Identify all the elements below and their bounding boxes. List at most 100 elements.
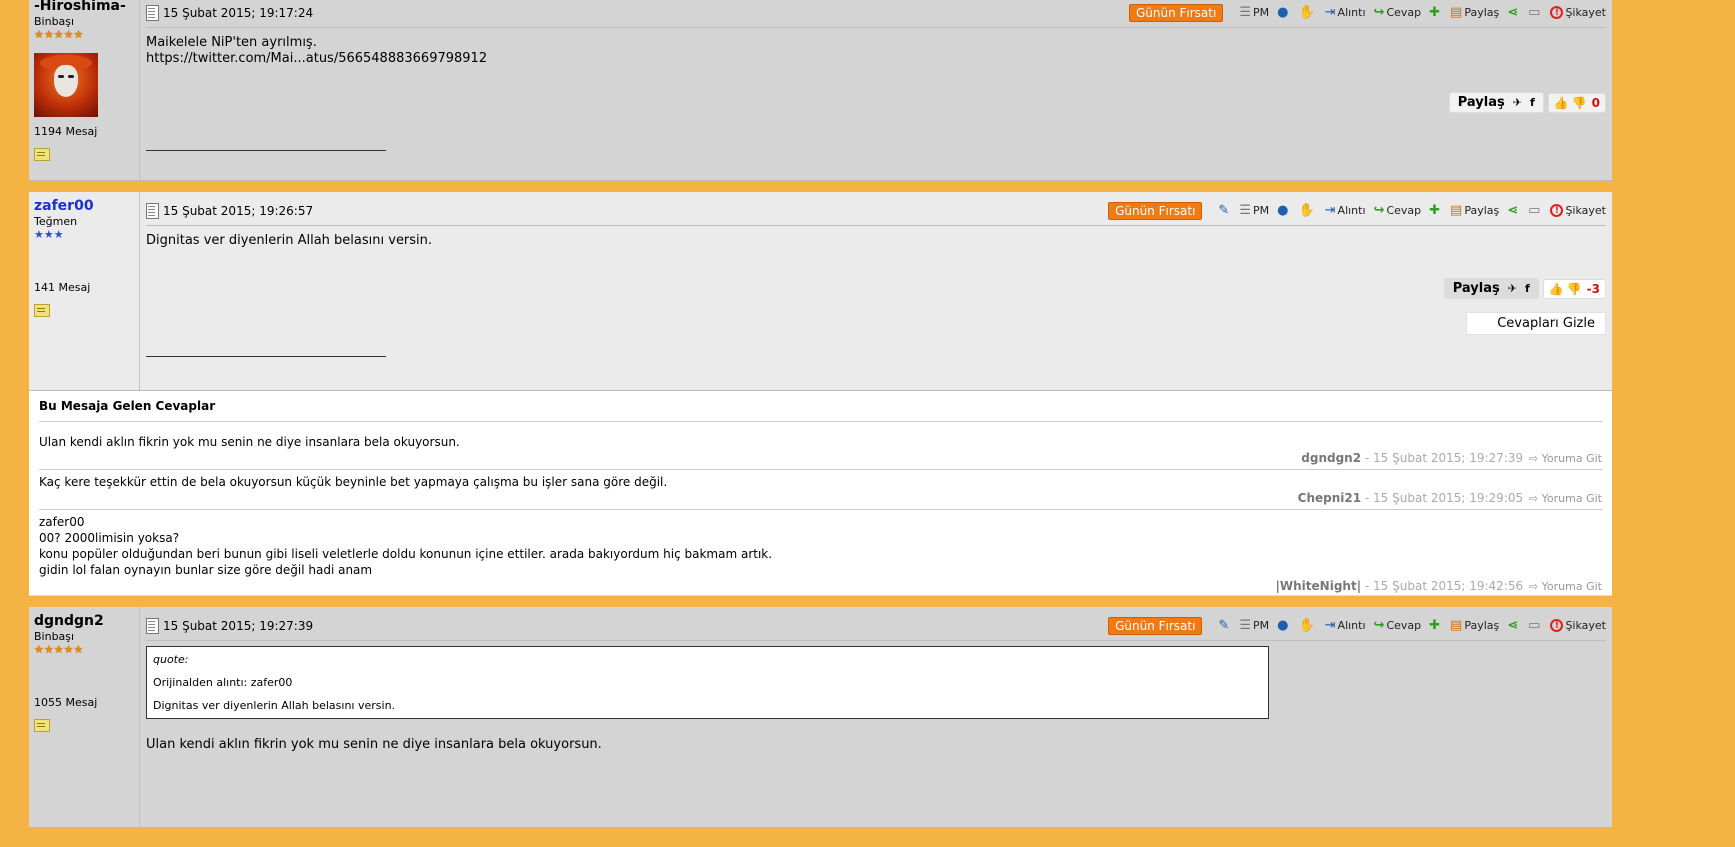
- reply-date: - 15 Şubat 2015; 19:42:56: [1361, 579, 1524, 593]
- vote-box: 👍 👎 0: [1547, 92, 1606, 113]
- pm-button[interactable]: ☰ PM: [1239, 619, 1269, 632]
- pm-button[interactable]: ☰ PM: [1239, 204, 1269, 217]
- go-to-comment-link[interactable]: ⇨ Yoruma Git: [1529, 580, 1602, 593]
- add-friend-button[interactable]: ●: [1277, 204, 1290, 217]
- post-date: 15 Şubat 2015; 19:27:39: [163, 618, 314, 633]
- username[interactable]: -Hiroshima-: [34, 0, 135, 14]
- go-to-comment-link[interactable]: ⇨ Yoruma Git: [1529, 492, 1602, 505]
- post-link[interactable]: https://twitter.com/Mai...atus/566548883…: [146, 51, 1606, 67]
- profile-card-icon[interactable]: [34, 148, 50, 161]
- thumbs-up-icon[interactable]: 👍: [1549, 282, 1564, 296]
- warning-icon: !: [1550, 6, 1564, 19]
- share-button[interactable]: ▤ Paylaş: [1450, 204, 1499, 217]
- twitter-icon[interactable]: ✈: [1513, 96, 1522, 109]
- vote-score: 0: [1591, 95, 1600, 110]
- message-count[interactable]: 1194 Mesaj: [34, 125, 135, 138]
- go-to-comment-link[interactable]: ⇨ Yoruma Git: [1529, 452, 1602, 465]
- thumbs-down-icon[interactable]: 👎: [1572, 96, 1587, 110]
- reply-button[interactable]: ↪ Cevap: [1374, 619, 1422, 632]
- hand-icon: ✋: [1298, 5, 1315, 20]
- plus-icon: ✚: [1429, 618, 1441, 633]
- share-doc-icon: ▤: [1450, 618, 1463, 633]
- print-button[interactable]: ▭: [1528, 619, 1542, 632]
- share-icon: ⋖: [1507, 618, 1519, 633]
- vote-score: -3: [1586, 281, 1600, 296]
- signature-divider: [146, 150, 386, 151]
- avatar[interactable]: [34, 53, 98, 117]
- comment-icon: ⇨: [1528, 452, 1539, 465]
- print-button[interactable]: ▭: [1528, 6, 1542, 19]
- plus-button[interactable]: ✚: [1429, 6, 1442, 19]
- edit-button[interactable]: ✎: [1218, 204, 1231, 217]
- reply-button[interactable]: ↪ Cevap: [1374, 204, 1422, 217]
- username[interactable]: dgndgn2: [34, 613, 135, 629]
- print-icon: ▭: [1528, 203, 1541, 218]
- social-share-button[interactable]: ⋖: [1507, 204, 1520, 217]
- facebook-icon[interactable]: f: [1525, 282, 1530, 295]
- pm-icon: ☰: [1239, 618, 1251, 633]
- share-button[interactable]: ▤ Paylaş: [1450, 6, 1499, 19]
- quote-block: quote: Orijinalden alıntı: zafer00 Digni…: [146, 646, 1269, 719]
- vote-box: 👍 👎 -3: [1542, 278, 1606, 299]
- replies-panel: Bu Mesaja Gelen Cevaplar Ulan kendi aklı…: [29, 391, 1612, 596]
- add-friend-button[interactable]: ●: [1277, 619, 1290, 632]
- message-count[interactable]: 1055 Mesaj: [34, 696, 135, 709]
- facebook-icon[interactable]: f: [1530, 96, 1535, 109]
- share-vote-row: Paylaş ✈ f 👍 👎 0: [1448, 92, 1606, 113]
- reply-author[interactable]: dgndgn2: [1301, 451, 1361, 465]
- plus-button[interactable]: ✚: [1429, 204, 1442, 217]
- post-date-icon: [146, 4, 159, 21]
- deal-of-the-day-button[interactable]: Günün Fırsatı: [1108, 616, 1203, 635]
- forum-thread: -Hiroshima- Binbaşı ★★★★★ 1194 Mesaj 15 …: [29, 0, 1612, 828]
- social-share-button[interactable]: ⋖: [1507, 619, 1520, 632]
- rank-stars: ★★★: [34, 228, 64, 241]
- reply-text: Ulan kendi aklın fikrin yok mu senin ne …: [39, 435, 460, 449]
- hide-replies-button[interactable]: Cevapları Gizle: [1466, 312, 1606, 335]
- profile-card-icon[interactable]: [34, 719, 50, 732]
- plus-button[interactable]: ✚: [1429, 619, 1442, 632]
- report-button[interactable]: ! Şikayet: [1550, 619, 1606, 632]
- reply-date: - 15 Şubat 2015; 19:29:05: [1361, 491, 1524, 505]
- social-share-button[interactable]: ⋖: [1507, 6, 1520, 19]
- print-button[interactable]: ▭: [1528, 204, 1542, 217]
- post-author-panel: dgndgn2 Binbaşı ★★★★★ 1055 Mesaj: [29, 607, 140, 827]
- print-icon: ▭: [1528, 5, 1541, 20]
- report-button[interactable]: ! Şikayet: [1550, 204, 1606, 217]
- share-button[interactable]: ▤ Paylaş: [1450, 619, 1499, 632]
- post-body: Ulan kendi aklın fikrin yok mu senin ne …: [146, 737, 602, 752]
- reply-button[interactable]: ↪ Cevap: [1374, 6, 1422, 19]
- profile-card-icon[interactable]: [34, 304, 50, 317]
- post-toolbar: 15 Şubat 2015; 19:17:24 Günün Fırsatı ☰ P…: [146, 0, 1606, 28]
- add-friend-button[interactable]: ●: [1277, 6, 1290, 19]
- print-icon: ▭: [1528, 618, 1541, 633]
- quote-button[interactable]: ⇥ Alıntı: [1325, 619, 1366, 632]
- edit-icon: ✎: [1218, 618, 1230, 633]
- block-button[interactable]: ✋: [1298, 204, 1316, 217]
- rank-stars: ★★★★★: [34, 643, 84, 656]
- message-count[interactable]: 141 Mesaj: [34, 281, 135, 294]
- reply-meta: |WhiteNight| - 15 Şubat 2015; 19:42:56 ⇨…: [39, 579, 1602, 593]
- thumbs-down-icon[interactable]: 👎: [1567, 282, 1582, 296]
- quote-button[interactable]: ⇥ Alıntı: [1325, 204, 1366, 217]
- signature-divider: [146, 356, 386, 357]
- block-button[interactable]: ✋: [1298, 619, 1316, 632]
- hand-icon: ✋: [1298, 203, 1315, 218]
- quote-icon: ⇥: [1324, 618, 1336, 633]
- pm-button[interactable]: ☰ PM: [1239, 6, 1269, 19]
- post-body: Dignitas ver diyenlerin Allah belasını v…: [146, 233, 433, 248]
- deal-of-the-day-button[interactable]: Günün Fırsatı: [1108, 201, 1203, 220]
- report-button[interactable]: ! Şikayet: [1550, 6, 1606, 19]
- twitter-icon[interactable]: ✈: [1508, 282, 1517, 295]
- post-date: 15 Şubat 2015; 19:17:24: [163, 5, 314, 20]
- post-content: 15 Şubat 2015; 19:17:24 Günün Fırsatı ☰ P…: [140, 0, 1612, 180]
- reply-author[interactable]: Chepni21: [1298, 491, 1361, 505]
- deal-of-the-day-button[interactable]: Günün Fırsatı: [1128, 3, 1224, 22]
- edit-button[interactable]: ✎: [1218, 619, 1231, 632]
- social-share-box: Paylaş ✈ f: [1448, 92, 1544, 113]
- reply-author[interactable]: |WhiteNight|: [1276, 579, 1362, 593]
- thumbs-up-icon[interactable]: 👍: [1554, 96, 1569, 110]
- post-toolbar: 15 Şubat 2015; 19:26:57 Günün Fırsatı ✎ …: [146, 196, 1606, 226]
- block-button[interactable]: ✋: [1298, 6, 1316, 19]
- quote-button[interactable]: ⇥ Alıntı: [1325, 6, 1366, 19]
- username[interactable]: zafer00: [34, 198, 135, 214]
